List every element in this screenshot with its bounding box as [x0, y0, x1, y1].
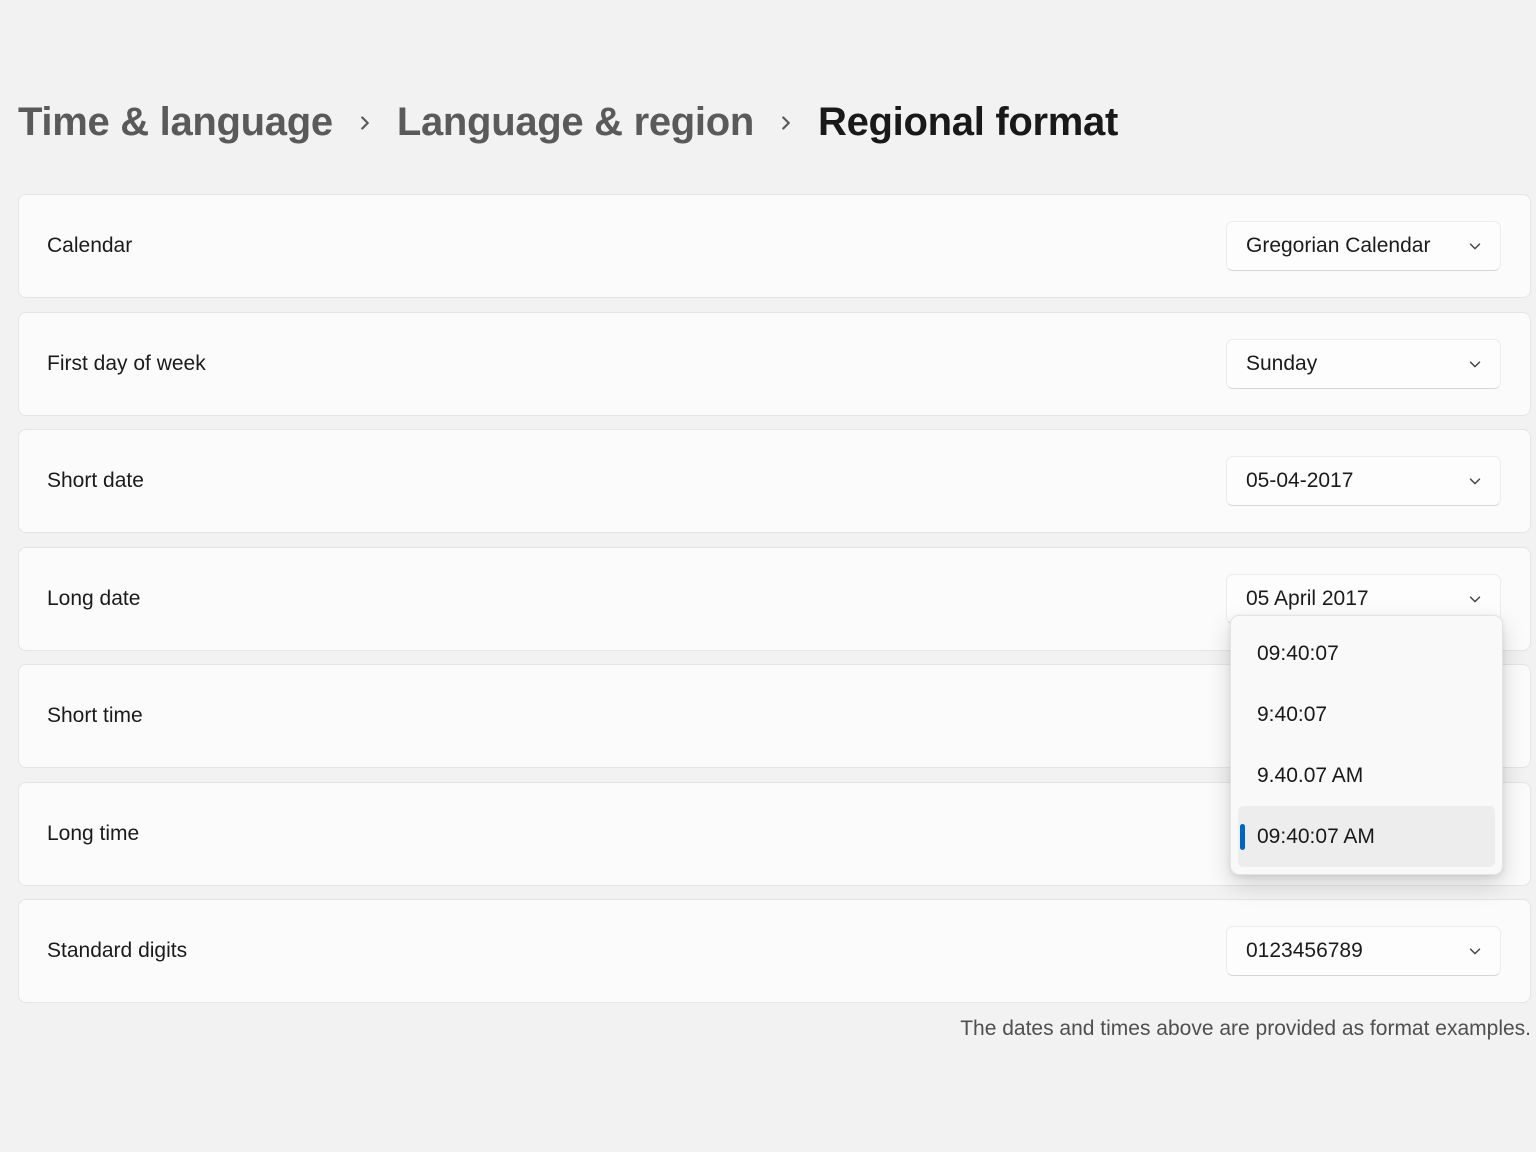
setting-label: Calendar	[47, 234, 132, 258]
chevron-down-icon	[1466, 237, 1484, 255]
short-date-dropdown[interactable]: 05-04-2017	[1226, 456, 1501, 506]
option-label: 09:40:07	[1257, 642, 1339, 666]
setting-label: Standard digits	[47, 939, 187, 963]
format-examples-note: The dates and times above are provided a…	[960, 1017, 1531, 1041]
chevron-down-icon	[1466, 472, 1484, 490]
setting-row-short-date: Short date 05-04-2017	[18, 429, 1531, 533]
selected-indicator	[1240, 824, 1245, 850]
flyout-option[interactable]: 09:40:07	[1238, 623, 1495, 684]
dropdown-value: 05 April 2017	[1246, 587, 1458, 611]
setting-row-first-day-of-week: First day of week Sunday	[18, 312, 1531, 416]
chevron-down-icon	[1466, 590, 1484, 608]
chevron-down-icon	[1466, 942, 1484, 960]
calendar-dropdown[interactable]: Gregorian Calendar	[1226, 221, 1501, 271]
setting-row-calendar: Calendar Gregorian Calendar	[18, 194, 1531, 298]
dropdown-value: 05-04-2017	[1246, 469, 1458, 493]
dropdown-value: Gregorian Calendar	[1246, 234, 1458, 258]
breadcrumb-item-language-and-region[interactable]: Language & region	[397, 100, 754, 145]
dropdown-value: 0123456789	[1246, 939, 1458, 963]
setting-label: First day of week	[47, 352, 206, 376]
chevron-right-icon	[354, 110, 376, 136]
setting-label: Long date	[47, 587, 140, 611]
chevron-down-icon	[1466, 355, 1484, 373]
chevron-right-icon	[775, 110, 797, 136]
breadcrumb-item-time-and-language[interactable]: Time & language	[18, 100, 333, 145]
flyout-option[interactable]: 9.40.07 AM	[1238, 745, 1495, 806]
dropdown-value: Sunday	[1246, 352, 1458, 376]
setting-label: Short date	[47, 469, 144, 493]
page-title-regional-format: Regional format	[818, 100, 1118, 145]
breadcrumb: Time & language Language & region Region…	[18, 100, 1118, 145]
option-label: 9:40:07	[1257, 703, 1327, 727]
option-label: 9.40.07 AM	[1257, 764, 1363, 788]
time-format-flyout: 09:40:07 9:40:07 9.40.07 AM 09:40:07 AM	[1230, 615, 1503, 875]
setting-row-standard-digits: Standard digits 0123456789	[18, 899, 1531, 1003]
settings-list: Calendar Gregorian Calendar First day of…	[18, 194, 1531, 1017]
setting-label: Short time	[47, 704, 143, 728]
standard-digits-dropdown[interactable]: 0123456789	[1226, 926, 1501, 976]
first-day-of-week-dropdown[interactable]: Sunday	[1226, 339, 1501, 389]
setting-label: Long time	[47, 822, 139, 846]
flyout-option-selected[interactable]: 09:40:07 AM	[1238, 806, 1495, 867]
flyout-option[interactable]: 9:40:07	[1238, 684, 1495, 745]
option-label: 09:40:07 AM	[1257, 825, 1375, 849]
